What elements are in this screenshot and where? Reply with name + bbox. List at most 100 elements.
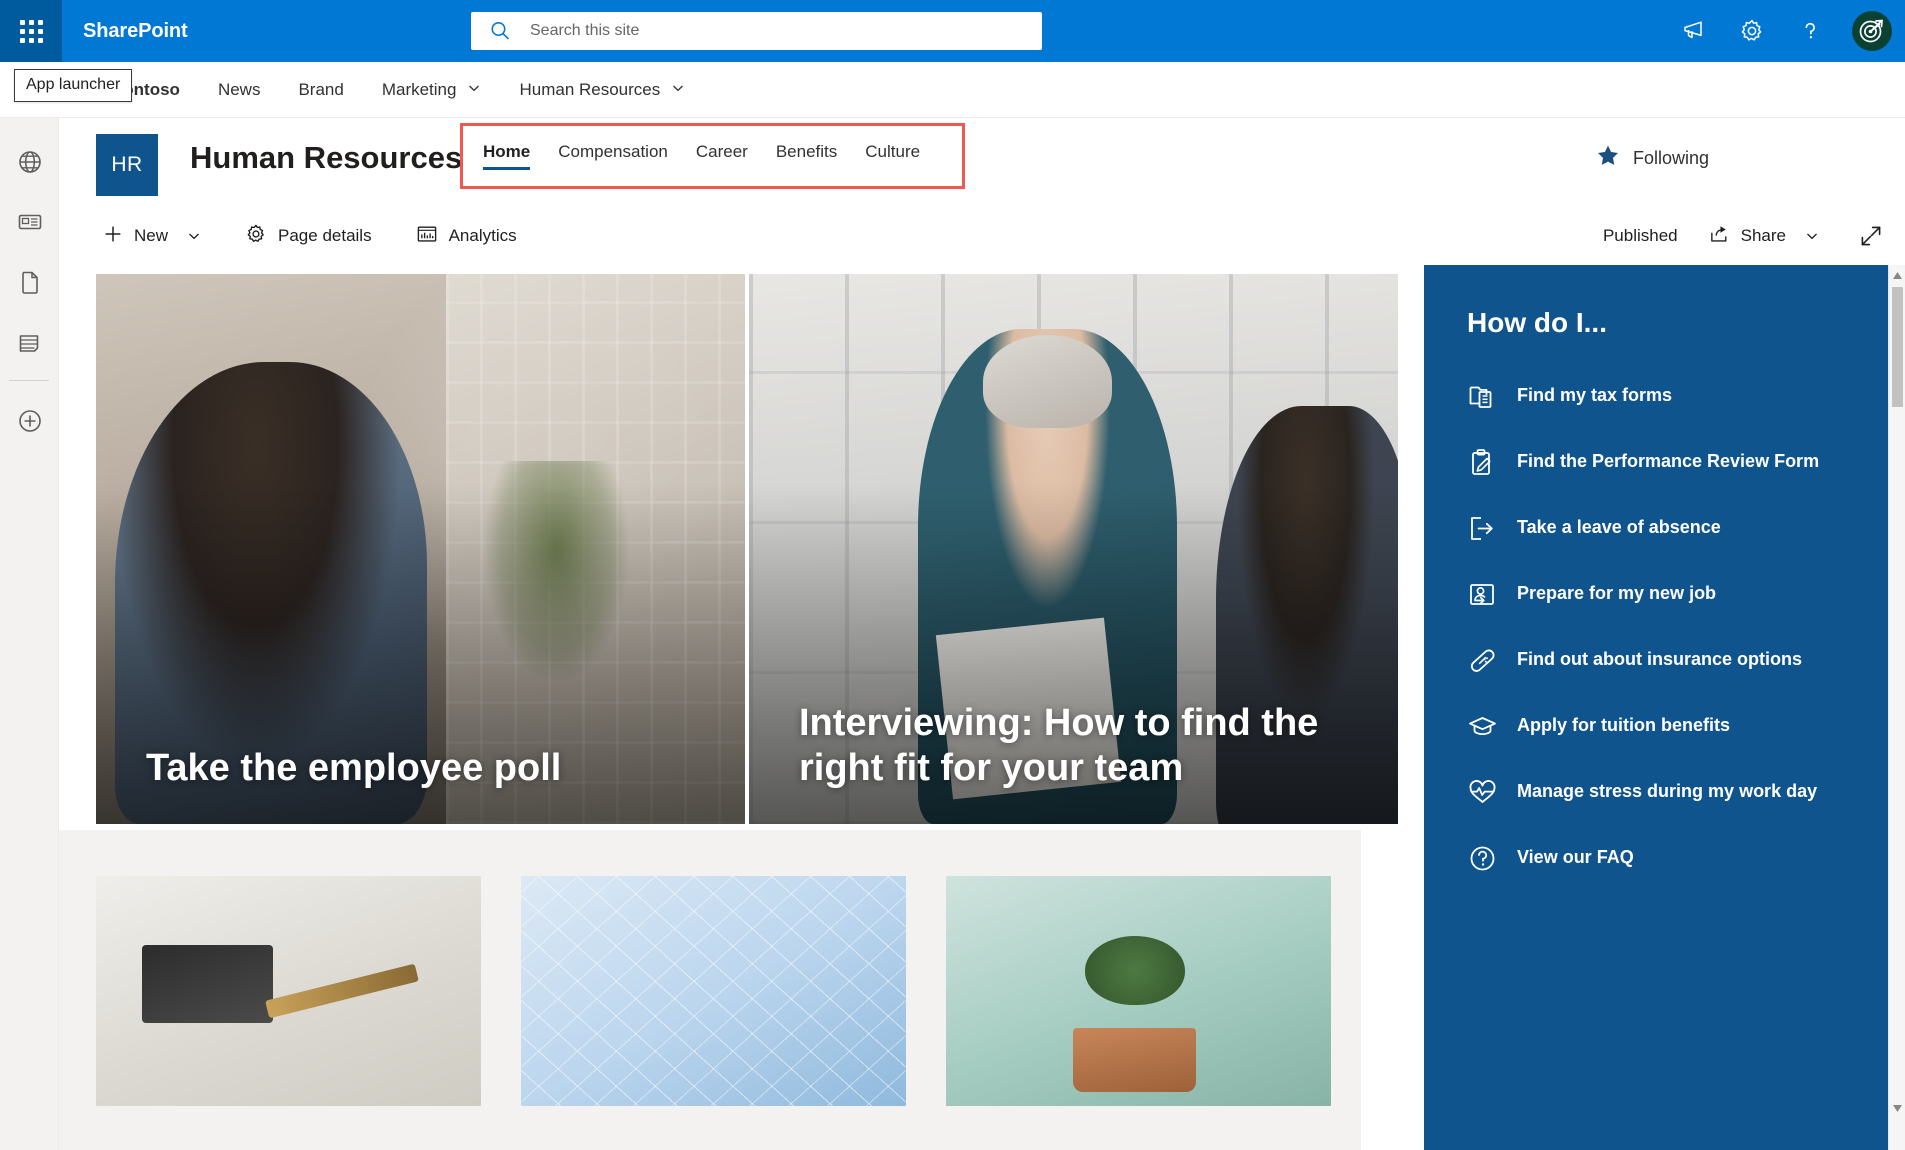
how-do-i-title: How do I... [1467,307,1607,338]
search-box[interactable] [471,12,1042,50]
hubnav-item-marketing[interactable]: Marketing [363,62,501,118]
how-do-i-label: Find my tax forms [1517,385,1673,405]
hubnav-item-human-resources[interactable]: Human Resources [500,62,704,118]
hero-card-1[interactable]: Take the employee poll [96,274,745,824]
list-icon [19,335,38,352]
rail-item-globe[interactable] [0,132,59,192]
bullseye-logo-icon [1859,19,1883,43]
how-do-i-list: Find my tax forms Find the Performance R… [1424,367,1905,895]
hubnav-item-brand[interactable]: Brand [279,62,362,118]
graduation-cap-icon [1467,711,1498,747]
new-button[interactable]: New [93,218,211,255]
following-label: Following [1632,147,1709,168]
help-icon[interactable] [1781,0,1839,62]
page-details-button[interactable]: Page details [235,217,382,256]
bandage-icon [1467,645,1498,681]
expand-icon [1861,226,1881,246]
tax-forms-icon [1467,381,1498,417]
hero-title-1: Take the employee poll [146,746,562,789]
scroll-down-arrow-icon[interactable] [1889,1100,1905,1117]
how-do-i-item-leave-of-absence[interactable]: Take a leave of absence [1424,499,1905,565]
lower-card-2[interactable] [521,876,906,1106]
scroll-up-arrow-icon[interactable] [1889,267,1905,284]
page-details-label: Page details [278,226,372,245]
suite-brand[interactable]: SharePoint [83,20,188,43]
lower-card-list [96,876,1331,1106]
share-label: Share [1740,226,1786,245]
news-icon [18,214,41,230]
scrollbar-thumb[interactable] [1892,287,1903,407]
hero-image-2-hair [982,334,1113,428]
hero-card-2[interactable]: Interviewing: How to find the right fit … [749,274,1398,824]
hubnav-label: News [217,79,261,99]
site-navigation: Home Compensation Career Benefits Cultur… [469,130,934,170]
faq-icon [1467,843,1498,879]
add-icon [18,410,41,432]
site-header: HR Human Resources Home Compensation Car… [59,118,1905,208]
how-do-i-item-insurance[interactable]: Find out about insurance options [1424,631,1905,697]
clipboard-edit-icon [1467,447,1498,483]
site-nav-item-culture[interactable]: Culture [851,130,934,166]
gear-icon [245,223,267,250]
avatar-circle[interactable] [1852,11,1892,51]
site-nav-item-benefits[interactable]: Benefits [762,130,851,166]
how-do-i-label: Find the Performance Review Form [1517,451,1820,471]
command-bar-right: Published Share [1603,208,1905,264]
hub-navigation-items: Contoso News Brand Marketing Human Resou… [92,62,704,118]
analytics-button[interactable]: Analytics [406,217,527,256]
gear-icon[interactable] [1723,0,1781,62]
analytics-label: Analytics [448,226,517,245]
how-do-i-item-performance-review[interactable]: Find the Performance Review Form [1424,433,1905,499]
rail-item-news[interactable] [0,192,59,252]
search-input[interactable] [528,21,1042,41]
site-nav-item-compensation[interactable]: Compensation [544,130,682,166]
lower-card-3[interactable] [946,876,1331,1106]
how-do-i-item-manage-stress[interactable]: Manage stress during my work day [1424,763,1905,829]
rail-item-list[interactable] [0,312,59,372]
avatar[interactable] [1839,0,1905,62]
hubnav-item-news[interactable]: News [199,62,280,118]
how-do-i-panel: How do I... Find my tax forms Find the P… [1424,265,1905,1150]
site-logo[interactable]: HR [96,134,158,196]
following-button[interactable]: Following [1596,144,1709,172]
how-do-i-item-new-job[interactable]: Prepare for my new job [1424,565,1905,631]
how-do-i-item-tax-forms[interactable]: Find my tax forms [1424,367,1905,433]
site-nav-item-career[interactable]: Career [682,130,762,166]
panel-scrollbar[interactable] [1888,265,1905,1150]
suite-bar: SharePoint [0,0,1905,62]
site-nav-item-home[interactable]: Home [469,130,544,170]
expand-button[interactable] [1829,218,1905,254]
how-do-i-label: Take a leave of absence [1517,517,1721,537]
hubnav-label: Brand [298,79,344,99]
site-nav-label: Career [695,142,748,161]
globe-icon [18,151,41,173]
new-label: New [134,226,169,245]
analytics-icon [416,223,438,250]
new-job-icon [1467,579,1498,615]
how-do-i-item-faq[interactable]: View our FAQ [1424,829,1905,895]
site-nav-label: Culture [865,142,921,161]
left-rail [0,118,59,1150]
hero-title-2: Interviewing: How to find the right fit … [799,702,1319,789]
rail-item-add[interactable] [0,391,59,451]
site-nav-label: Compensation [558,142,668,161]
megaphone-icon[interactable] [1665,0,1723,62]
app-launcher-tooltip: App launcher [14,69,133,102]
lower-card-1[interactable] [96,876,481,1106]
rail-item-page[interactable] [0,252,59,312]
app-launcher-button[interactable] [0,0,62,62]
how-do-i-item-tuition[interactable]: Apply for tuition benefits [1424,697,1905,763]
heartbeat-icon [1467,777,1498,813]
suite-actions [1665,0,1905,62]
how-do-i-label: Find out about insurance options [1517,649,1802,669]
lower-section [59,830,1361,1150]
star-icon [1596,144,1620,172]
search-icon [489,20,511,42]
how-do-i-label: Prepare for my new job [1517,583,1717,603]
hero-section: Take the employee poll Interviewing: How… [96,274,1398,824]
page-title[interactable]: Human Resources [190,140,462,176]
how-do-i-label: View our FAQ [1517,847,1634,867]
how-do-i-label: Apply for tuition benefits [1517,715,1730,735]
share-icon [1708,223,1730,250]
share-button[interactable]: Share [1698,217,1829,256]
